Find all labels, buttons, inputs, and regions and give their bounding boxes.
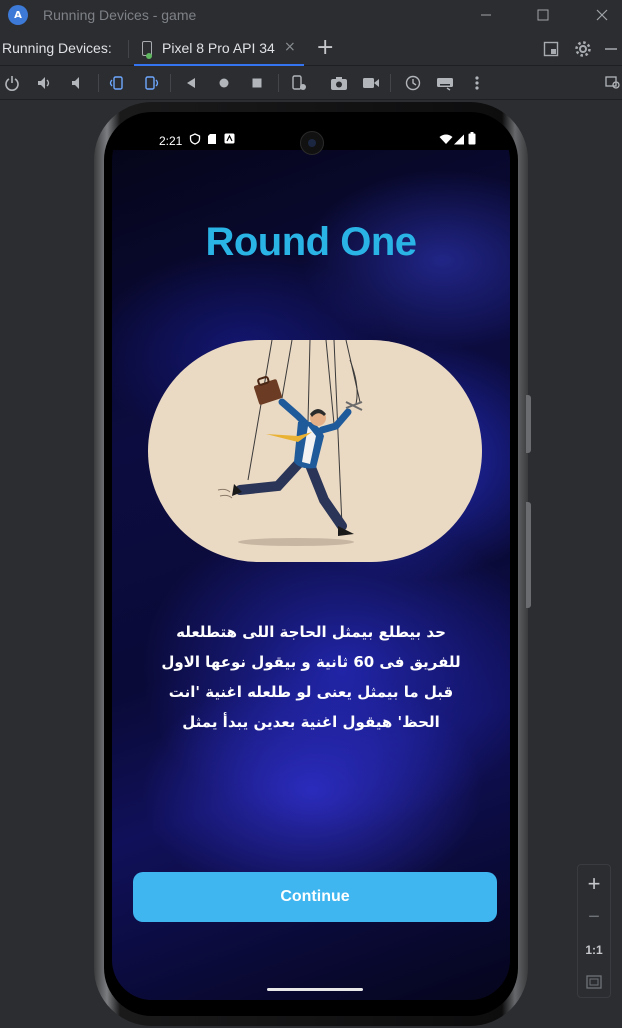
snapshot-history-icon[interactable] bbox=[404, 74, 422, 92]
sd-card-icon bbox=[207, 133, 219, 145]
zoom-in-button[interactable]: + bbox=[578, 869, 610, 899]
continue-button[interactable]: Continue bbox=[133, 872, 497, 922]
layout-icon[interactable] bbox=[542, 40, 560, 58]
divider bbox=[98, 74, 99, 92]
close-window-icon[interactable] bbox=[590, 4, 614, 26]
round-description: حد بيطلع بيمثل الحاجة اللى هتطلعله للفري… bbox=[161, 623, 461, 731]
minimize-panel-icon[interactable] bbox=[602, 40, 620, 58]
overview-icon[interactable] bbox=[248, 74, 266, 92]
back-icon[interactable] bbox=[182, 74, 200, 92]
home-icon[interactable] bbox=[215, 74, 233, 92]
volume-down-icon[interactable] bbox=[68, 74, 86, 92]
play-protect-icon bbox=[189, 133, 201, 145]
screen-record-icon[interactable] bbox=[362, 74, 380, 92]
settings-gear-icon[interactable] bbox=[574, 40, 592, 58]
gesture-nav-bar[interactable] bbox=[267, 988, 363, 991]
maximize-icon[interactable] bbox=[531, 4, 555, 26]
device-settings-icon[interactable] bbox=[290, 74, 308, 92]
add-device-button[interactable]: + bbox=[316, 35, 334, 60]
volume-button[interactable] bbox=[526, 395, 531, 453]
actual-size-button[interactable]: 1:1 bbox=[578, 935, 610, 965]
minimize-icon[interactable] bbox=[474, 4, 498, 26]
signal-icon bbox=[454, 134, 466, 146]
power-icon[interactable] bbox=[3, 74, 21, 92]
divider bbox=[170, 74, 171, 92]
status-bar: 2:21 bbox=[112, 120, 510, 160]
divider bbox=[128, 40, 129, 58]
wifi-icon bbox=[439, 134, 453, 146]
side-button[interactable] bbox=[526, 502, 531, 608]
divider bbox=[390, 74, 391, 92]
puppet-businessman-illustration bbox=[148, 340, 482, 562]
more-options-icon[interactable] bbox=[468, 74, 486, 92]
device-toolbar bbox=[0, 66, 622, 100]
zoom-controls: + − 1:1 bbox=[577, 864, 611, 998]
fit-screen-icon[interactable] bbox=[578, 967, 610, 997]
search-device-icon[interactable] bbox=[604, 74, 622, 92]
title-bar: A Running Devices - game bbox=[0, 0, 622, 32]
divider bbox=[278, 74, 279, 92]
zoom-out-button[interactable]: − bbox=[578, 902, 610, 932]
rotate-left-icon[interactable] bbox=[108, 74, 126, 92]
keyboard-icon[interactable] bbox=[436, 74, 454, 92]
notification-icon bbox=[224, 133, 236, 145]
device-bezel: 2:21 Round One حد بيطلع بيمثل الحاجة الل… bbox=[104, 112, 518, 1016]
screenshot-camera-icon[interactable] bbox=[330, 74, 348, 92]
window-title: Running Devices - game bbox=[43, 7, 197, 23]
rotate-right-icon[interactable] bbox=[142, 74, 160, 92]
android-studio-logo-icon: A bbox=[8, 5, 28, 25]
page-title: Round One bbox=[205, 220, 417, 264]
front-camera bbox=[300, 131, 324, 155]
phone-icon bbox=[142, 41, 152, 59]
running-devices-label: Running Devices: bbox=[2, 40, 112, 56]
battery-icon bbox=[468, 132, 476, 145]
tab-bar: Running Devices: Pixel 8 Pro API 34 × + bbox=[0, 32, 622, 66]
volume-up-icon[interactable] bbox=[35, 74, 53, 92]
tab-device[interactable]: Pixel 8 Pro API 34 × bbox=[134, 32, 304, 66]
status-time: 2:21 bbox=[159, 134, 183, 148]
close-tab-icon[interactable]: × bbox=[284, 39, 296, 55]
phone-screen: 2:21 Round One حد بيطلع بيمثل الحاجة الل… bbox=[112, 120, 510, 1000]
device-tab-label: Pixel 8 Pro API 34 bbox=[162, 40, 275, 56]
